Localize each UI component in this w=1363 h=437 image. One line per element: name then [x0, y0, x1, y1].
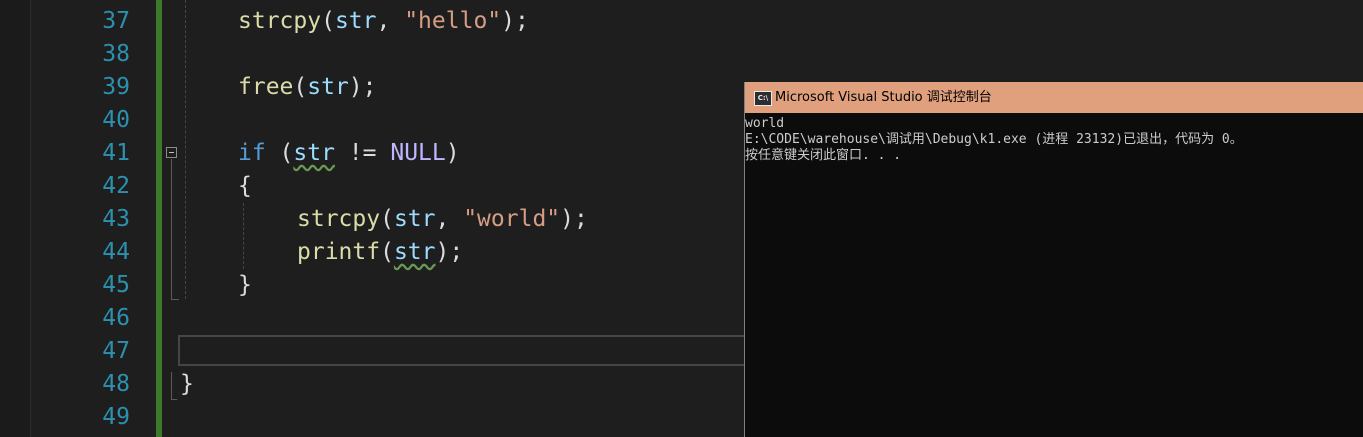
- line-number: 44: [102, 239, 130, 265]
- line-number: 45: [102, 272, 130, 298]
- console-app-icon: C:\: [754, 91, 772, 106]
- punctuation: ,: [435, 206, 464, 232]
- keyword: if: [238, 140, 266, 166]
- operator: !=: [334, 140, 391, 166]
- debug-console-window[interactable]: C:\ Microsoft Visual Studio 调试控制台 world …: [744, 82, 1363, 437]
- line-number: 47: [102, 338, 130, 364]
- console-output-line: 按任意键关闭此窗口. . .: [745, 148, 902, 163]
- code-text[interactable]: strcpy(str, "world");: [297, 203, 588, 236]
- punctuation: (: [321, 8, 335, 34]
- macro: NULL: [390, 140, 446, 166]
- code-text[interactable]: }: [180, 368, 194, 401]
- code-text[interactable]: strcpy(str, "hello");: [238, 5, 529, 38]
- punctuation: );: [435, 239, 464, 265]
- code-line: 37 strcpy(str, "hello");: [0, 5, 1363, 38]
- punctuation: );: [501, 8, 529, 34]
- function-name: free: [238, 74, 294, 100]
- variable: str: [393, 206, 436, 232]
- line-number: 42: [102, 173, 130, 199]
- code-text[interactable]: printf(str);: [297, 236, 463, 269]
- line-number: 46: [102, 305, 130, 331]
- punctuation: (: [293, 74, 308, 100]
- console-output-line: E:\CODE\warehouse\调试用\Debug\k1.exe (进程 2…: [745, 132, 1243, 147]
- line-number: 43: [102, 206, 130, 232]
- punctuation: ,: [376, 8, 405, 34]
- console-titlebar[interactable]: C:\ Microsoft Visual Studio 调试控制台: [745, 82, 1363, 113]
- code-text[interactable]: free(str);: [238, 71, 377, 104]
- punctuation: );: [348, 74, 377, 100]
- function-name: strcpy: [238, 8, 322, 34]
- code-line: 38: [0, 38, 1363, 71]
- punctuation: );: [560, 206, 588, 232]
- line-number: 49: [102, 404, 130, 430]
- function-name: strcpy: [297, 206, 381, 232]
- string-literal: "hello": [404, 8, 502, 34]
- variable-warning[interactable]: str: [394, 239, 436, 265]
- punctuation: (: [265, 140, 294, 166]
- line-number: 39: [102, 74, 130, 100]
- function-name: printf: [297, 239, 381, 265]
- code-text[interactable]: }: [238, 269, 252, 302]
- line-number: 48: [102, 371, 130, 397]
- line-number: 41: [102, 140, 130, 166]
- code-text[interactable]: if (str != NULL): [238, 137, 460, 170]
- variable: str: [334, 8, 377, 34]
- line-number: 37: [102, 8, 130, 34]
- console-title: Microsoft Visual Studio 调试控制台: [775, 90, 992, 105]
- punctuation: (: [380, 206, 394, 232]
- string-literal: "world": [463, 206, 561, 232]
- variable-warning[interactable]: str: [293, 140, 335, 166]
- punctuation: ): [445, 140, 460, 166]
- line-number: 38: [102, 41, 130, 67]
- line-number: 40: [102, 107, 130, 133]
- code-text[interactable]: {: [238, 170, 252, 203]
- variable: str: [307, 74, 349, 100]
- punctuation: (: [380, 239, 394, 265]
- console-output-line: world: [745, 116, 785, 131]
